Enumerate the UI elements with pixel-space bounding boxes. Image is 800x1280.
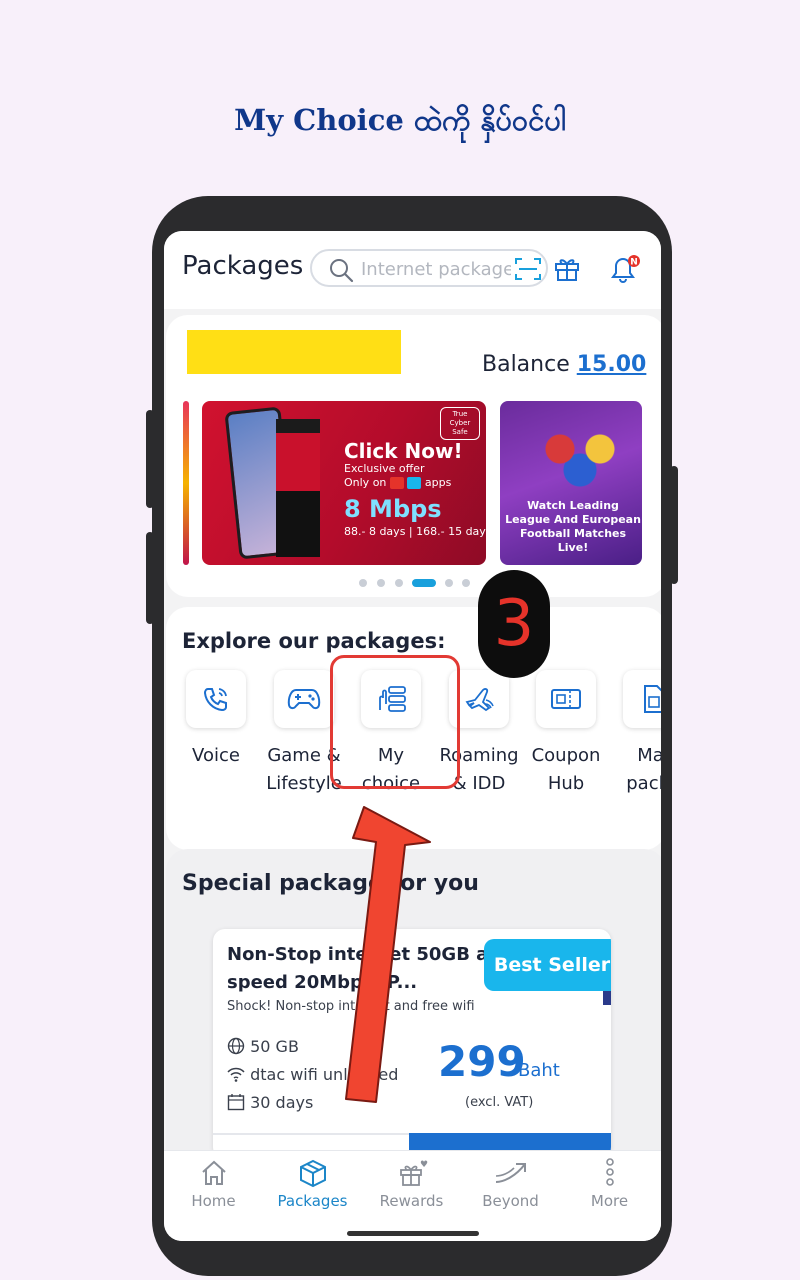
scan-icon[interactable] xyxy=(514,256,542,282)
svg-text:N: N xyxy=(630,258,638,268)
rewards-gift-icon: ♥ xyxy=(400,1160,428,1186)
nav-beyond[interactable]: Beyond xyxy=(461,1151,560,1221)
beyond-icon xyxy=(495,1163,526,1183)
search-bar[interactable]: Internet package xyxy=(310,249,548,287)
banner-players-image xyxy=(530,421,630,491)
airplane-icon xyxy=(465,688,494,712)
pointer-arrow-icon xyxy=(345,806,431,1103)
coupon-icon xyxy=(551,689,581,709)
badge-ribbon xyxy=(603,991,611,1005)
phone-icon xyxy=(203,688,227,712)
nav-label: Rewards xyxy=(379,1192,444,1210)
sim-card-icon xyxy=(644,685,661,713)
carousel-dot[interactable] xyxy=(395,579,403,587)
globe-icon xyxy=(227,1037,245,1055)
category-label-line2: Hub xyxy=(547,773,585,794)
banner-subtitle: Exclusive offer xyxy=(344,462,425,475)
card-divider xyxy=(213,1133,409,1135)
banner-previous[interactable] xyxy=(183,401,189,565)
category-coupon-hub[interactable]: Coupon Hub xyxy=(516,670,603,820)
home-icon xyxy=(202,1160,226,1185)
category-label: Mai packa xyxy=(603,742,661,798)
football-banner[interactable]: Watch Leading League And European Footba… xyxy=(500,401,642,565)
nav-label: Packages xyxy=(277,1192,348,1210)
category-coupon-tile xyxy=(536,670,596,728)
price-currency: Baht xyxy=(518,1060,560,1081)
category-label: Coupon Hub xyxy=(516,742,616,798)
banner-price-line: 88.- 8 days | 168.- 15 days xyxy=(344,525,486,538)
bottom-nav: Home Packages ♥ Rewards Beyond More xyxy=(164,1150,661,1241)
category-label: Voice xyxy=(166,742,266,770)
banner-only-on: Only on xyxy=(344,476,387,489)
banner-cyber-badge: True Cyber Safe xyxy=(440,407,480,440)
phone-volume-button xyxy=(146,532,154,624)
balance-card: Balance 15.00 True Cyber Safe Click Now!… xyxy=(166,315,661,597)
step-number-badge: 3 xyxy=(478,570,550,678)
price-vat-note: (excl. VAT) xyxy=(465,1095,534,1110)
highlight-box xyxy=(330,655,460,789)
promo-banner[interactable]: True Cyber Safe Click Now! Exclusive off… xyxy=(202,401,486,565)
search-input[interactable]: Internet package xyxy=(361,259,511,280)
calendar-icon xyxy=(227,1094,245,1111)
carousel-dot[interactable] xyxy=(462,579,470,587)
category-main-package[interactable]: Mai packa xyxy=(603,670,661,820)
instruction-headline: My Choice ထဲကို နှိပ်ဝင်ပါ xyxy=(234,103,566,137)
carousel-dot-active[interactable] xyxy=(412,579,436,587)
best-seller-badge: Best Seller xyxy=(484,939,611,991)
feature-validity: 30 days xyxy=(227,1093,313,1112)
page-title: Packages xyxy=(182,251,304,281)
category-label-line2: packa xyxy=(626,773,661,794)
gift-icon[interactable] xyxy=(553,255,581,283)
wifi-icon xyxy=(227,1067,245,1082)
nav-packages[interactable]: Packages xyxy=(263,1151,362,1221)
svg-text:♥: ♥ xyxy=(420,1160,428,1170)
phone-power-button xyxy=(670,466,678,584)
more-dots-icon xyxy=(606,1158,614,1186)
true-app-icon xyxy=(389,477,404,489)
feature-label: 30 days xyxy=(250,1093,314,1112)
balance-amount[interactable]: 15.00 xyxy=(577,352,647,377)
banner-apps: apps xyxy=(424,476,452,489)
phone-volume-button xyxy=(146,410,154,508)
banner-person-image xyxy=(276,419,320,557)
feature-data: 50 GB xyxy=(227,1037,299,1056)
feature-label: 50 GB xyxy=(250,1037,299,1056)
carousel-dot[interactable] xyxy=(445,579,453,587)
gamepad-icon xyxy=(287,689,321,710)
balance-display: Balance 15.00 xyxy=(482,352,646,377)
carousel-dot[interactable] xyxy=(359,579,367,587)
nav-label: Home xyxy=(191,1192,236,1210)
top-bar: Packages Internet package N xyxy=(164,231,661,309)
nav-label: Beyond xyxy=(482,1192,539,1210)
banner-football-text: Watch Leading League And European Footba… xyxy=(505,499,641,554)
explore-title: Explore our packages: xyxy=(182,629,446,653)
search-icon xyxy=(330,259,354,283)
category-label-line1: Voice xyxy=(192,745,240,766)
notification-bell-icon[interactable]: N xyxy=(607,253,643,285)
redacted-account-block xyxy=(187,330,401,374)
carousel-dot[interactable] xyxy=(377,579,385,587)
category-voice[interactable]: Voice xyxy=(166,670,253,820)
banner-headline: Click Now! xyxy=(344,439,463,463)
dtac-app-icon xyxy=(407,477,422,489)
category-label-line1: Coupon xyxy=(531,745,601,766)
nav-more[interactable]: More xyxy=(560,1151,659,1221)
nav-rewards[interactable]: ♥ Rewards xyxy=(362,1151,461,1221)
banner-subtitle-2: Only on apps xyxy=(344,476,451,489)
package-box-icon xyxy=(300,1159,326,1188)
nav-label: More xyxy=(590,1192,629,1210)
category-voice-tile xyxy=(186,670,246,728)
nav-home[interactable]: Home xyxy=(164,1151,263,1221)
category-main-tile xyxy=(623,670,661,728)
package-price: 299 xyxy=(438,1037,526,1086)
home-indicator[interactable] xyxy=(347,1231,479,1236)
banner-speed: 8 Mbps xyxy=(344,495,442,523)
category-label-line2: & IDD xyxy=(452,773,506,794)
category-game-lifestyle[interactable]: Game & Lifestyle xyxy=(254,670,342,820)
category-label-line1: Mai xyxy=(637,745,661,766)
category-game-tile xyxy=(274,670,334,728)
balance-label: Balance xyxy=(482,352,570,377)
